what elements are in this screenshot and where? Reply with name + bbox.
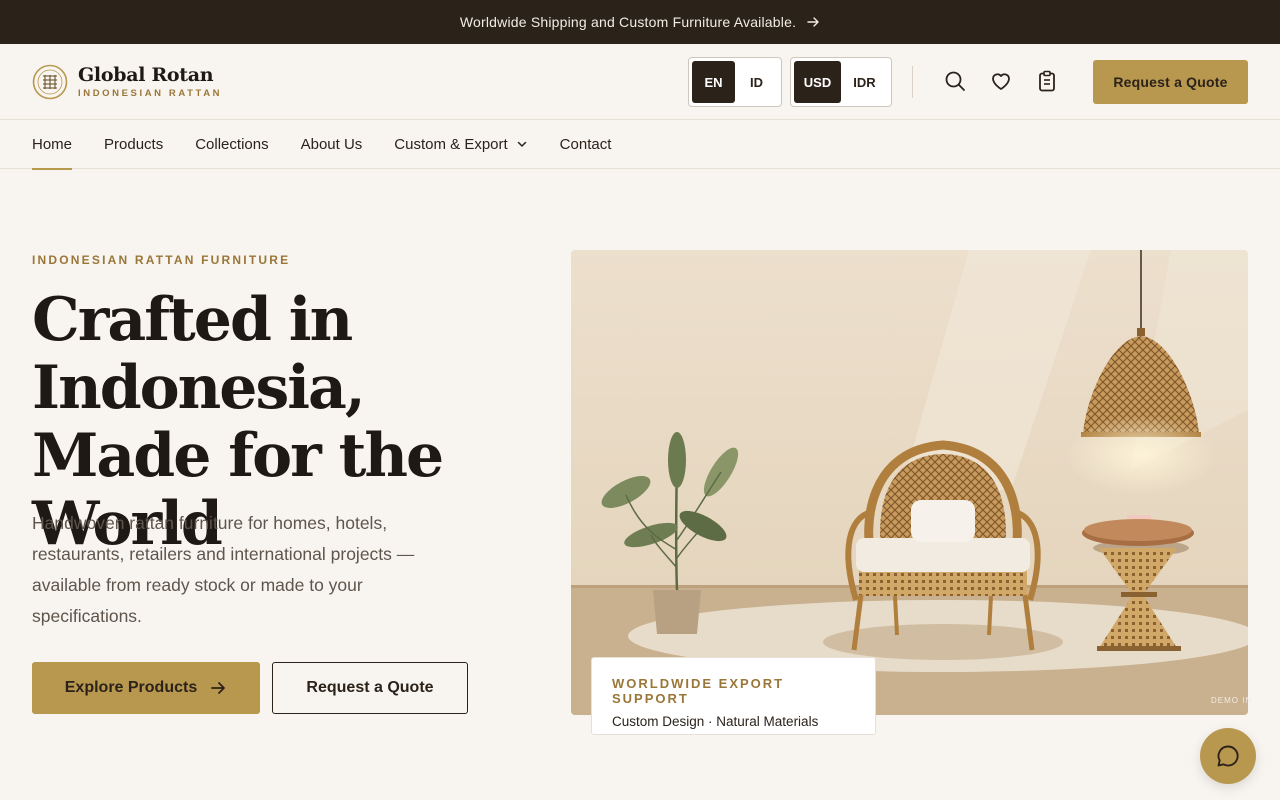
nav-label: About Us	[300, 135, 363, 153]
chat-button[interactable]	[1200, 728, 1256, 784]
export-support-card: WORLDWIDE EXPORT SUPPORT Custom Design ·…	[591, 657, 876, 735]
brand-name: Global Rotan	[78, 63, 214, 86]
search-icon[interactable]	[944, 70, 966, 92]
currency-switcher: USD IDR	[790, 57, 892, 107]
heart-icon[interactable]	[990, 70, 1012, 92]
rattan-logo-icon	[32, 64, 68, 99]
arrow-right-icon	[806, 15, 820, 29]
request-quote-header-button[interactable]: Request a Quote	[1093, 60, 1248, 104]
main-nav: Home Products Collections About Us Custo…	[0, 120, 1280, 170]
nav-item-products[interactable]: Products	[104, 120, 163, 169]
announcement-bar[interactable]: Worldwide Shipping and Custom Furniture …	[0, 0, 1280, 44]
announcement-text[interactable]: Worldwide Shipping and Custom Furniture …	[460, 14, 796, 30]
header-divider	[912, 66, 913, 98]
site-header: Global Rotan INDONESIAN RATTAN EN ID USD…	[0, 44, 1280, 120]
nav-label: Collections	[195, 135, 269, 153]
language-switcher: EN ID	[688, 57, 782, 107]
nav-item-about-us[interactable]: About Us	[301, 120, 363, 169]
currency-option-usd[interactable]: USD	[794, 61, 841, 103]
hero-image	[571, 250, 1248, 715]
brand-logo-link[interactable]: Global Rotan INDONESIAN RATTAN	[32, 64, 222, 100]
nav-label: Contact	[559, 135, 612, 153]
nav-item-home[interactable]: Home	[32, 120, 73, 170]
nav-item-collections[interactable]: Collections	[195, 120, 268, 169]
nav-item-contact[interactable]: Contact	[560, 120, 612, 169]
image-watermark: DEMO IN	[1211, 696, 1253, 705]
nav-item-custom-export[interactable]: Custom & Export	[394, 120, 527, 169]
clipboard-icon[interactable]	[1036, 70, 1058, 92]
export-card-title: WORLDWIDE EXPORT SUPPORT	[612, 676, 785, 706]
export-card-subtitle: Custom Design · Natural Materials	[612, 714, 819, 729]
request-quote-hero-button[interactable]: Request a Quote	[272, 662, 468, 714]
nav-label: Custom & Export	[394, 135, 508, 153]
hero-description: Handwoven rattan furniture for homes, ho…	[32, 513, 415, 626]
chevron-down-icon	[517, 141, 526, 147]
chat-bubble-icon	[1217, 745, 1239, 767]
button-label: Explore Products	[64, 679, 198, 696]
explore-products-button[interactable]: Explore Products	[32, 662, 260, 714]
language-option-id[interactable]: ID	[735, 61, 778, 103]
arrow-right-icon	[211, 682, 226, 694]
hero-eyebrow: INDONESIAN RATTAN FURNITURE	[32, 253, 291, 267]
nav-label: Products	[104, 135, 164, 153]
brand-tagline: INDONESIAN RATTAN	[78, 87, 223, 99]
language-option-en[interactable]: EN	[692, 61, 735, 103]
nav-label: Home	[32, 135, 73, 153]
currency-option-idr[interactable]: IDR	[841, 61, 888, 103]
